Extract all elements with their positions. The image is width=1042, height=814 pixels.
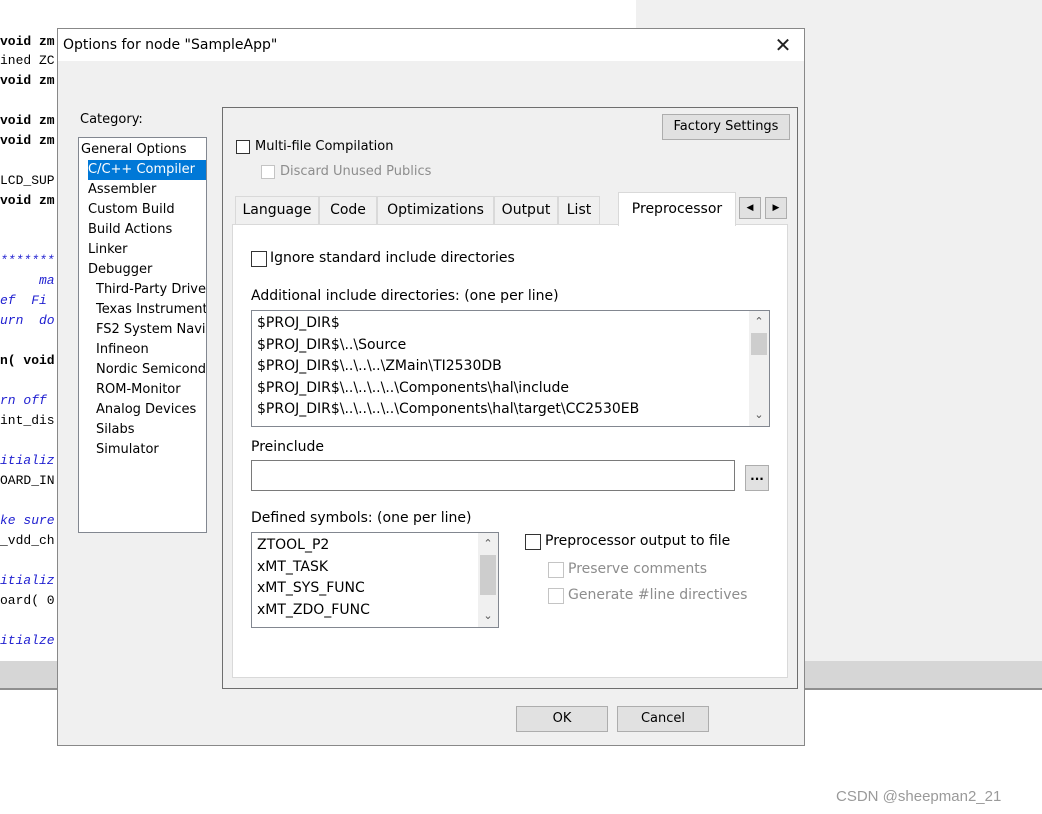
- cancel-button[interactable]: Cancel: [617, 706, 709, 732]
- scroll-thumb[interactable]: [480, 555, 496, 595]
- tab-output[interactable]: Output: [494, 196, 558, 224]
- include-dirs-textarea[interactable]: $PROJ_DIR$ $PROJ_DIR$\..\Source $PROJ_DIR$…: [251, 310, 770, 427]
- include-dir-line: $PROJ_DIR$\..\..\..\..\Components\hal\in…: [257, 379, 570, 396]
- editor-code-line: itializ: [0, 453, 55, 468]
- editor-code-line: itializ: [0, 573, 55, 588]
- editor-code-line: _vdd_ch: [0, 533, 55, 548]
- dialog-titlebar[interactable]: Options for node "SampleApp" ✕: [58, 29, 804, 61]
- category-item[interactable]: ROM-Monitor: [96, 380, 181, 400]
- ignore-standard-label: Ignore standard include directories: [270, 250, 515, 266]
- category-item[interactable]: Assembler: [88, 180, 156, 200]
- category-label: Category:: [80, 112, 143, 127]
- include-dirs-label: Additional include directories: (one per…: [251, 288, 559, 304]
- include-dirs-scrollbar[interactable]: ⌃ ⌄: [749, 311, 769, 426]
- category-item[interactable]: C/C++ Compiler: [88, 160, 206, 180]
- code-editor-background: void zm ined ZC void zm void zm void zm LCD_S…: [0, 0, 58, 690]
- defined-symbol-line: xMT_TASK: [257, 558, 329, 575]
- category-item[interactable]: FS2 System Navig: [96, 320, 206, 340]
- category-item[interactable]: Custom Build: [88, 200, 175, 220]
- editor-code-line: ma: [0, 273, 55, 288]
- editor-code-line: int_dis: [0, 413, 55, 428]
- defined-symbol-line: xMT_ZDO_FUNC: [257, 601, 370, 618]
- defined-symbols-textarea[interactable]: ZTOOL_P2 xMT_TASK xMT_SYS_FUNC xMT_ZDO_FUNC…: [251, 532, 499, 628]
- include-dir-line: $PROJ_DIR$\..\..\..\ZMain\TI2530DB: [257, 358, 502, 374]
- editor-code-line: *******: [0, 253, 55, 268]
- tab-scroll-left-icon[interactable]: ◀: [739, 197, 761, 219]
- dialog-title: Options for node "SampleApp": [63, 37, 278, 53]
- category-item[interactable]: Infineon: [96, 340, 149, 360]
- factory-settings-button[interactable]: Factory Settings: [662, 114, 790, 140]
- multi-file-label: Multi-file Compilation: [255, 139, 394, 154]
- preprocessor-output-checkbox[interactable]: [525, 534, 541, 550]
- discard-unused-checkbox[interactable]: [261, 165, 275, 179]
- editor-code-line: oard( 0: [0, 593, 55, 608]
- tab-code[interactable]: Code: [319, 196, 377, 224]
- include-dir-line: $PROJ_DIR$\..\..\..\..\Components\hal\ta…: [257, 401, 640, 417]
- editor-code-line: void zm: [0, 133, 55, 148]
- editor-code-line: urn do: [0, 313, 55, 328]
- include-dir-line: $PROJ_DIR$\..\Source: [257, 336, 407, 353]
- defined-symbols-label: Defined symbols: (one per line): [251, 510, 472, 526]
- scroll-down-icon[interactable]: ⌄: [749, 406, 769, 424]
- tab-optimizations[interactable]: Optimizations: [377, 196, 494, 224]
- editor-code-line: n( void: [0, 353, 55, 368]
- ignore-standard-checkbox[interactable]: [251, 251, 267, 267]
- editor-code-line: void zm: [0, 113, 55, 128]
- preinclude-input[interactable]: [251, 460, 735, 491]
- editor-code-line: ef Fi: [0, 293, 47, 308]
- discard-unused-label: Discard Unused Publics: [280, 164, 432, 179]
- watermark: CSDN @sheepman2_21: [836, 788, 1002, 805]
- category-item[interactable]: Silabs: [96, 420, 134, 440]
- category-list[interactable]: General Options C/C++ Compiler Assembler Cu…: [78, 137, 207, 533]
- defined-symbol-line: xMT_SYS_FUNC: [257, 580, 365, 596]
- scroll-up-icon[interactable]: ⌃: [478, 535, 498, 553]
- category-item[interactable]: Texas Instruments: [96, 300, 206, 320]
- scroll-up-icon[interactable]: ⌃: [749, 313, 769, 331]
- preinclude-label: Preinclude: [251, 439, 324, 455]
- tab-scroll-right-icon[interactable]: ▶: [765, 197, 787, 219]
- include-dir-line: $PROJ_DIR$: [257, 315, 340, 331]
- line-directives-label: Generate #line directives: [568, 587, 748, 603]
- category-item[interactable]: Analog Devices: [96, 400, 196, 420]
- line-directives-checkbox[interactable]: [548, 588, 564, 604]
- scroll-down-icon[interactable]: ⌄: [478, 607, 498, 625]
- editor-code-line: ined ZC: [0, 53, 55, 68]
- options-dialog: Options for node "SampleApp" ✕ Category:…: [57, 28, 805, 746]
- category-item[interactable]: Debugger: [88, 260, 152, 280]
- editor-code-line: OARD_IN: [0, 473, 55, 488]
- preinclude-browse-button[interactable]: ...: [745, 465, 769, 491]
- defined-symbols-scrollbar[interactable]: ⌃ ⌄: [478, 533, 498, 627]
- editor-code-line: ke sure: [0, 513, 55, 528]
- multi-file-checkbox[interactable]: [236, 140, 250, 154]
- scroll-thumb[interactable]: [751, 333, 767, 355]
- category-item[interactable]: Nordic Semiconduc: [96, 360, 206, 380]
- category-item[interactable]: General Options: [81, 140, 187, 160]
- category-item[interactable]: Build Actions: [88, 220, 172, 240]
- tab-preprocessor[interactable]: Preprocessor: [618, 192, 736, 226]
- editor-code-line: void zm: [0, 73, 55, 88]
- category-item[interactable]: Simulator: [96, 440, 159, 460]
- category-item[interactable]: Linker: [88, 240, 128, 260]
- tab-list[interactable]: List: [558, 196, 600, 224]
- tab-language[interactable]: Language: [235, 196, 319, 224]
- editor-code-line: LCD_SUP: [0, 173, 55, 188]
- preserve-comments-checkbox[interactable]: [548, 562, 564, 578]
- close-icon[interactable]: ✕: [763, 31, 803, 59]
- editor-code-line: itialze: [0, 633, 55, 648]
- preserve-comments-label: Preserve comments: [568, 561, 708, 577]
- editor-code-line: void zm: [0, 193, 55, 208]
- preprocessor-output-label: Preprocessor output to file: [545, 533, 731, 549]
- ok-button[interactable]: OK: [516, 706, 608, 732]
- editor-code-line: void zm: [0, 34, 55, 49]
- editor-code-line: rn off: [0, 393, 47, 408]
- defined-symbol-line: ZTOOL_P2: [257, 537, 330, 553]
- category-item[interactable]: Third-Party Driver: [96, 280, 206, 300]
